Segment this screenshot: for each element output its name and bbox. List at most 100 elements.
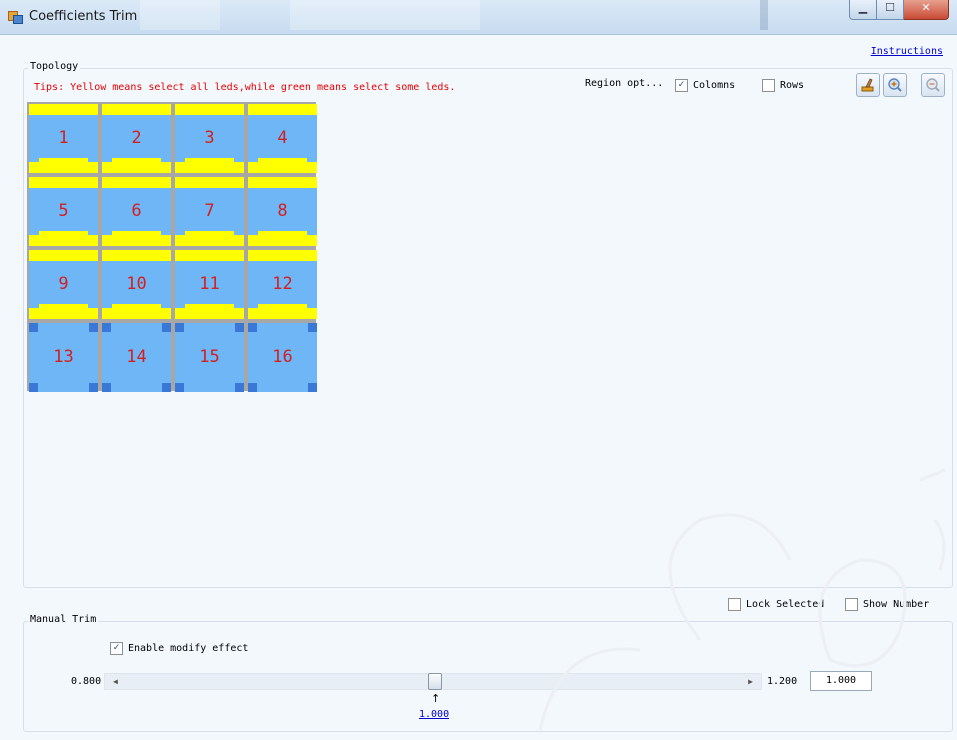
brush-icon [861,78,874,92]
trim-slider-thumb[interactable] [428,673,442,690]
brush-button[interactable] [856,73,880,97]
selection-highlight [29,104,98,115]
corner-marker [308,323,317,332]
titlebar-ghost [290,0,480,30]
corner-marker [175,383,184,392]
rows-check-box[interactable] [762,79,775,92]
selection-highlight [102,177,171,188]
columns-checkbox[interactable]: Colomns [675,79,735,92]
slider-left-arrow-icon[interactable]: ◀ [113,674,118,689]
screen-cell[interactable]: 15 [175,323,244,392]
corner-marker [89,323,98,332]
selection-highlight [175,162,244,173]
screen-cell[interactable]: 1 [29,104,98,173]
screen-cell[interactable]: 9 [29,250,98,319]
slider-current-value: 1.000 [419,709,450,720]
minimize-icon: ▁ [858,1,868,14]
enable-modify-checkbox[interactable]: Enable modify effect [110,642,248,655]
selection-highlight [175,177,244,188]
screen-cell-number: 2 [131,128,142,148]
selection-highlight [175,250,244,261]
columns-check-box[interactable] [675,79,688,92]
lock-selected-label: Lock Selected [746,599,825,610]
manual-trim-legend: Manual Trim [28,614,99,625]
selection-highlight [102,308,171,319]
selection-highlight [175,235,244,246]
lock-selected-check-box[interactable] [728,598,741,611]
screen-cell-number: 8 [277,201,288,221]
screen-cell-number: 1 [58,128,69,148]
screen-cell-number: 11 [199,274,220,294]
screen-cell-number: 10 [126,274,147,294]
tips-text: Tips: Yellow means select all leds,while… [34,82,456,93]
screen-cell-number: 6 [131,201,142,221]
instructions-link[interactable]: Instructions [871,46,943,57]
screen-cell-number: 9 [58,274,69,294]
screen-topology-grid[interactable]: 1 2 3 4 5 6 7 8 9 10 11 12 13 14 15 16 [27,102,317,392]
screen-cell[interactable]: 7 [175,177,244,246]
selection-highlight [102,250,171,261]
screen-cell-number: 5 [58,201,69,221]
corner-marker [162,383,171,392]
selection-highlight [29,308,98,319]
slider-right-arrow-icon[interactable]: ▶ [748,674,753,689]
rows-checkbox[interactable]: Rows [762,79,804,92]
screen-cell-number: 14 [126,347,147,367]
enable-modify-check-box[interactable] [110,642,123,655]
zoom-out-button[interactable] [921,73,945,97]
corner-marker [308,383,317,392]
maximize-button[interactable]: ☐ [877,0,904,20]
columns-label: Colomns [693,80,736,91]
screen-cell[interactable]: 4 [248,104,317,173]
selection-highlight [29,235,98,246]
corner-marker [29,383,38,392]
corner-marker [162,323,171,332]
selection-highlight [248,308,317,319]
close-icon: ✕ [921,1,931,14]
coefficients-trim-window: Coefficients Trim ▁ ☐ ✕ Instructions Top… [0,0,957,740]
corner-marker [102,383,111,392]
corner-marker [235,323,244,332]
screen-cell[interactable]: 16 [248,323,317,392]
screen-cell[interactable]: 3 [175,104,244,173]
screen-cell[interactable]: 11 [175,250,244,319]
topology-legend: Topology [28,61,81,72]
show-number-checkbox[interactable]: Show Number [845,598,929,611]
zoom-in-button[interactable] [883,73,907,97]
screen-cell-number: 15 [199,347,220,367]
slider-max-label: 1.200 [767,676,798,687]
region-option-label: Region opt... [585,78,664,89]
titlebar-ghost [140,0,220,30]
selection-highlight [29,250,98,261]
selection-highlight [175,104,244,115]
trim-value-input[interactable]: 1.000 [810,671,872,691]
rows-label: Rows [780,80,805,91]
title-bar[interactable]: Coefficients Trim ▁ ☐ ✕ [0,0,957,35]
screen-cell[interactable]: 6 [102,177,171,246]
screen-cell[interactable]: 8 [248,177,317,246]
enable-modify-label: Enable modify effect [128,643,249,654]
close-button[interactable]: ✕ [904,0,949,20]
screen-cell[interactable]: 14 [102,323,171,392]
show-number-check-box[interactable] [845,598,858,611]
corner-marker [248,323,257,332]
selection-highlight [102,104,171,115]
lock-selected-checkbox[interactable]: Lock Selected [728,598,824,611]
selection-highlight [248,177,317,188]
window-title: Coefficients Trim [29,9,138,24]
screen-cell[interactable]: 10 [102,250,171,319]
screen-cell-number: 16 [272,347,293,367]
screen-cell[interactable]: 12 [248,250,317,319]
screen-cell[interactable]: 13 [29,323,98,392]
titlebar-ghost [760,0,768,30]
screen-cell[interactable]: 2 [102,104,171,173]
minimize-button[interactable]: ▁ [849,0,877,20]
screen-cell[interactable]: 5 [29,177,98,246]
selection-highlight [102,162,171,173]
zoom-in-icon [888,78,902,92]
corner-marker [89,383,98,392]
selection-highlight [248,104,317,115]
selection-highlight [29,162,98,173]
corner-marker [175,323,184,332]
screen-cell-number: 7 [204,201,215,221]
